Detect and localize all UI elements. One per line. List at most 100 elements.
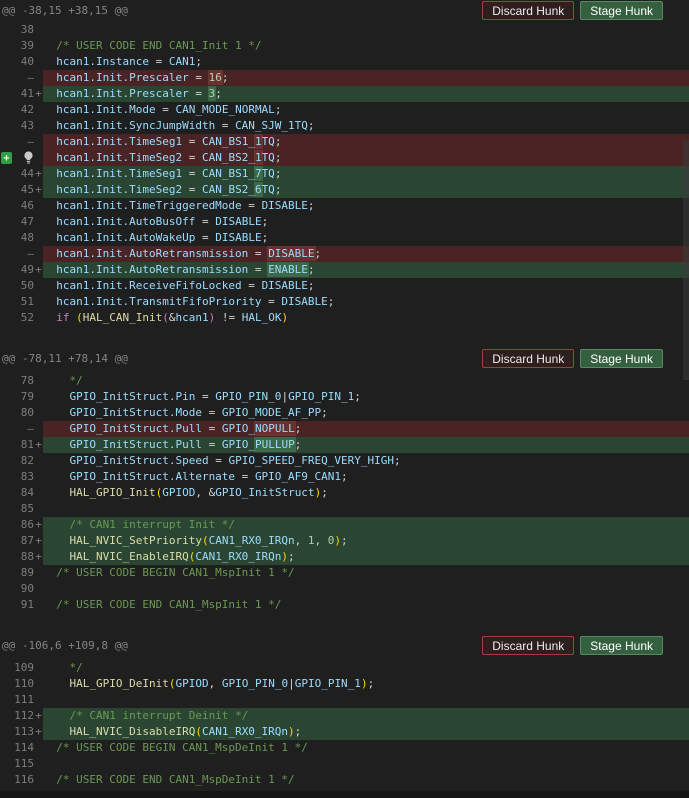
line-number: 52 xyxy=(0,310,34,326)
code-token: ; xyxy=(328,295,335,308)
discard-hunk-button[interactable]: Discard Hunk xyxy=(482,1,574,20)
code-line[interactable]: /* USER CODE END CAN1_Init 1 */ xyxy=(43,38,689,54)
added-marker: + xyxy=(34,166,43,182)
line-gutter: 38 xyxy=(0,22,43,38)
code-token: 16 xyxy=(209,71,222,84)
line-gutter: 43 xyxy=(0,118,43,134)
code-line[interactable] xyxy=(43,756,689,772)
code-token: ; xyxy=(308,263,315,276)
diff-hunk: @@ -106,6 +109,8 @@Discard HunkStage Hun… xyxy=(0,613,689,788)
code-line[interactable]: /* USER CODE END CAN1_MspInit 1 */ xyxy=(43,597,689,613)
hunk-header: @@ -38,15 +38,15 @@Discard HunkStage Hun… xyxy=(0,0,689,22)
code-line[interactable]: /* CAN1 interrupt Deinit */ xyxy=(43,708,689,724)
code-line[interactable]: HAL_NVIC_EnableIRQ(CAN1_RX0_IRQn); xyxy=(43,549,689,565)
lightbulb-icon[interactable] xyxy=(23,151,34,164)
code-line[interactable]: hcan1.Init.TimeTriggeredMode = DISABLE; xyxy=(43,198,689,214)
discard-hunk-button[interactable]: Discard Hunk xyxy=(482,349,574,368)
added-marker xyxy=(34,389,43,405)
diff-line: 46 hcan1.Init.TimeTriggeredMode = DISABL… xyxy=(0,198,689,214)
code-line[interactable]: GPIO_InitStruct.Alternate = GPIO_AF9_CAN… xyxy=(43,469,689,485)
code-token: = xyxy=(202,438,222,451)
code-line[interactable]: */ xyxy=(43,373,689,389)
code-line[interactable]: hcan1.Init.AutoBusOff = DISABLE; xyxy=(43,214,689,230)
added-marker xyxy=(34,214,43,230)
added-marker xyxy=(34,134,43,150)
code-token: ; xyxy=(321,486,328,499)
code-token: GPIO_ xyxy=(222,422,255,435)
added-marker xyxy=(34,22,43,38)
added-marker: + xyxy=(34,708,43,724)
diff-line: 49+ hcan1.Init.AutoRetransmission = ENAB… xyxy=(0,262,689,278)
stage-hunk-button[interactable]: Stage Hunk xyxy=(580,636,663,655)
code-token: ) xyxy=(288,725,295,738)
code-line[interactable]: hcan1.Init.AutoWakeUp = DISABLE; xyxy=(43,230,689,246)
code-line[interactable]: */ xyxy=(43,660,689,676)
code-token: = xyxy=(189,71,209,84)
code-token: ; xyxy=(275,167,282,180)
code-token: ; xyxy=(275,183,282,196)
code-line[interactable]: HAL_NVIC_DisableIRQ(CAN1_RX0_IRQn); xyxy=(43,724,689,740)
code-line[interactable]: GPIO_InitStruct.Pull = GPIO_NOPULL; xyxy=(43,421,689,437)
code-line[interactable]: /* USER CODE END CAN1_MspDeInit 1 */ xyxy=(43,772,689,788)
code-line[interactable]: GPIO_InitStruct.Pin = GPIO_PIN_0|GPIO_PI… xyxy=(43,389,689,405)
code-line[interactable] xyxy=(43,501,689,517)
code-token: ; xyxy=(308,199,315,212)
scrollbar-thumb[interactable] xyxy=(683,140,689,380)
discard-hunk-button[interactable]: Discard Hunk xyxy=(482,636,574,655)
code-line[interactable]: hcan1.Init.TimeSeg2 = CAN_BS2_6TQ; xyxy=(43,182,689,198)
code-line[interactable]: if (HAL_CAN_Init(&hcan1) != HAL_OK) xyxy=(43,310,689,326)
code-line[interactable]: HAL_GPIO_DeInit(GPIOD, GPIO_PIN_0|GPIO_P… xyxy=(43,676,689,692)
code-line[interactable] xyxy=(43,581,689,597)
code-token: CAN1_RX0_IRQn xyxy=(202,725,288,738)
line-gutter: – xyxy=(0,246,43,262)
diff-line: – GPIO_InitStruct.Pull = GPIO_NOPULL; xyxy=(0,421,689,437)
scrollbar[interactable] xyxy=(683,0,689,798)
code-line[interactable]: /* USER CODE BEGIN CAN1_MspInit 1 */ xyxy=(43,565,689,581)
gutter-plus-button[interactable]: + xyxy=(1,152,12,164)
code-token: ; xyxy=(368,677,375,690)
code-line[interactable]: HAL_NVIC_SetPriority(CAN1_RX0_IRQn, 1, 0… xyxy=(43,533,689,549)
code-line[interactable]: hcan1.Init.AutoRetransmission = DISABLE; xyxy=(43,246,689,262)
code-line[interactable]: hcan1.Init.TimeSeg2 = CAN_BS2_1TQ; xyxy=(43,150,689,166)
added-marker xyxy=(34,581,43,597)
code-line[interactable]: hcan1.Init.ReceiveFifoLocked = DISABLE; xyxy=(43,278,689,294)
code-line[interactable]: hcan1.Init.TimeSeg1 = CAN_BS1_1TQ; xyxy=(43,134,689,150)
line-number: 49 xyxy=(0,262,34,278)
line-number: 42 xyxy=(0,102,34,118)
diff-line: 44+ hcan1.Init.TimeSeg1 = CAN_BS1_7TQ; xyxy=(0,166,689,182)
code-line[interactable]: hcan1.Init.AutoRetransmission = ENABLE; xyxy=(43,262,689,278)
code-line[interactable]: /* CAN1 interrupt Init */ xyxy=(43,517,689,533)
added-marker xyxy=(34,676,43,692)
code-token: HAL_NVIC_SetPriority xyxy=(43,534,202,547)
code-token: = xyxy=(182,183,202,196)
code-line[interactable]: hcan1.Instance = CAN1; xyxy=(43,54,689,70)
code-line[interactable]: hcan1.Init.Prescaler = 3; xyxy=(43,86,689,102)
code-line[interactable]: hcan1.Init.Mode = CAN_MODE_NORMAL; xyxy=(43,102,689,118)
code-line[interactable]: GPIO_InitStruct.Mode = GPIO_MODE_AF_PP; xyxy=(43,405,689,421)
code-line[interactable] xyxy=(43,22,689,38)
code-line[interactable]: HAL_GPIO_Init(GPIOD, &GPIO_InitStruct); xyxy=(43,485,689,501)
code-token: /* USER CODE END CAN1_Init 1 */ xyxy=(43,39,262,52)
stage-hunk-button[interactable]: Stage Hunk xyxy=(580,1,663,20)
code-line[interactable]: hcan1.Init.TransmitFifoPriority = DISABL… xyxy=(43,294,689,310)
stage-hunk-button[interactable]: Stage Hunk xyxy=(580,349,663,368)
code-line[interactable]: /* USER CODE BEGIN CAN1_MspDeInit 1 */ xyxy=(43,740,689,756)
code-line[interactable] xyxy=(43,692,689,708)
diff-line: 112+ /* CAN1 interrupt Deinit */ xyxy=(0,708,689,724)
code-token: GPIO_ xyxy=(222,438,255,451)
code-line[interactable]: hcan1.Init.SyncJumpWidth = CAN_SJW_1TQ; xyxy=(43,118,689,134)
code-token: TQ xyxy=(262,151,275,164)
code-token: = xyxy=(215,119,235,132)
added-marker xyxy=(34,230,43,246)
code-token: 1 xyxy=(255,151,262,164)
code-token: hcan1.Init.AutoRetransmission xyxy=(43,263,248,276)
line-number: 78 xyxy=(0,373,34,389)
code-line[interactable]: hcan1.Init.TimeSeg1 = CAN_BS1_7TQ; xyxy=(43,166,689,182)
line-number: 51 xyxy=(0,294,34,310)
code-line[interactable]: GPIO_InitStruct.Speed = GPIO_SPEED_FREQ_… xyxy=(43,453,689,469)
code-line[interactable]: hcan1.Init.Prescaler = 16; xyxy=(43,70,689,86)
code-line[interactable]: GPIO_InitStruct.Pull = GPIO_PULLUP; xyxy=(43,437,689,453)
line-gutter: 116 xyxy=(0,772,43,788)
diff-line: hcan1.Init.TimeSeg2 = CAN_BS2_1TQ; + xyxy=(0,150,689,166)
code-token: TQ xyxy=(262,135,275,148)
